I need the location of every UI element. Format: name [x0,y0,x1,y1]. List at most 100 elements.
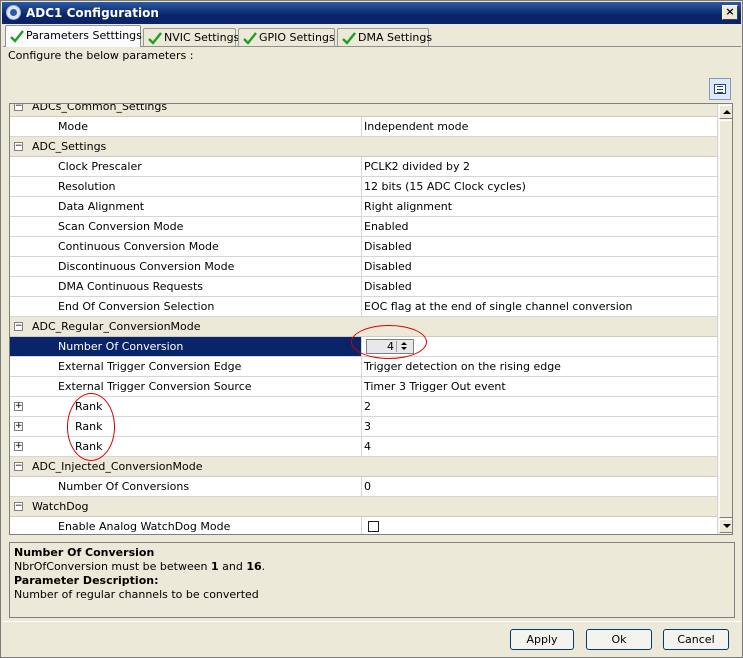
parameter-name: Continuous Conversion Mode [58,240,219,253]
parameter-name: Number Of Conversion [58,340,184,353]
parameter-name: External Trigger Conversion Source [58,380,252,393]
tab-gpio-settings[interactable]: GPIO Settings [238,28,335,47]
category-row-common[interactable]: − ADCs_Common_Settings [10,103,717,117]
category-row[interactable]: − ADC_Settings [10,137,717,157]
adc-config-icon [6,5,21,20]
category-row[interactable]: − ADC_Regular_ConversionMode [10,317,717,337]
parameter-row[interactable]: External Trigger Conversion Edge Trigger … [10,357,717,377]
rank-row[interactable]: + Rank 3 [10,417,717,437]
expand-toggle[interactable]: + [14,442,23,451]
parameter-name: Scan Conversion Mode [58,220,184,233]
desc-title: Parameter Description: [14,574,159,587]
tab-label: GPIO Settings [259,31,335,44]
parameter-name: Enable Analog WatchDog Mode [58,520,231,533]
parameter-row[interactable]: Clock Prescaler PCLK2 divided by 2 [10,157,717,177]
scroll-up-button[interactable] [719,105,732,119]
tab-label: NVIC Settings [164,31,240,44]
collapse-toggle[interactable]: − [14,104,23,111]
tab-label: DMA Settings [358,31,433,44]
parameter-value[interactable]: Disabled [364,237,412,256]
collapse-toggle[interactable]: − [14,142,23,151]
spinner-buttons[interactable] [396,341,412,352]
check-icon [148,32,162,45]
separator [3,621,741,622]
parameter-value[interactable]: 12 bits (15 ADC Clock cycles) [364,177,526,196]
list-view-icon [714,84,726,94]
parameter-row[interactable]: Data Alignment Right alignment [10,197,717,217]
category-row[interactable]: − ADC_Injected_ConversionMode [10,457,717,477]
parameter-value[interactable]: PCLK2 divided by 2 [364,157,470,176]
description-panel: Number Of Conversion NbrOfConversion mus… [9,542,735,618]
scroll-thumb[interactable] [719,120,732,518]
parameter-value[interactable]: Enabled [364,217,408,236]
parameter-value[interactable]: 0 [364,477,371,496]
check-icon [342,32,356,45]
parameter-name: Data Alignment [58,200,145,213]
spin-up-icon[interactable] [401,342,407,345]
parameter-row[interactable]: Mode Independent mode [10,117,717,137]
arrow-down-icon [723,524,731,528]
parameter-row[interactable]: Enable Analog WatchDog Mode [10,517,717,534]
spin-down-icon[interactable] [401,347,407,350]
configure-label: Configure the below parameters : [8,49,194,62]
parameter-row[interactable]: Number Of Conversions 0 [10,477,717,497]
tab-parameters-settings[interactable]: Parameters Setttings [5,25,142,47]
category-name: ADC_Injected_ConversionMode [32,460,203,473]
parameter-value[interactable]: 4 [364,437,371,456]
parameter-name: Rank [75,440,103,453]
parameter-value[interactable]: Timer 3 Trigger Out event [364,377,506,396]
spinner-value: 4 [387,340,394,353]
parameter-name: Number Of Conversions [58,480,190,493]
watchdog-checkbox[interactable] [368,521,379,532]
parameter-row[interactable]: Resolution 12 bits (15 ADC Clock cycles) [10,177,717,197]
tab-dma-settings[interactable]: DMA Settings [337,28,433,47]
parameter-row[interactable]: Number Of Conversion 4 [10,337,717,357]
window-title: ADC1 Configuration [26,6,159,20]
parameter-value[interactable]: Right alignment [364,197,452,216]
adc-config-window: ADC1 Configuration × Parameters Settting… [0,0,743,658]
tab-label: Parameters Setttings [26,29,142,42]
collapse-toggle[interactable]: − [14,502,23,511]
parameter-value[interactable]: Trigger detection on the rising edge [364,357,561,376]
close-button[interactable]: × [722,5,738,20]
rank-row[interactable]: + Rank 2 [10,397,717,417]
expand-toggle[interactable]: + [14,422,23,431]
rank-row[interactable]: + Rank 4 [10,437,717,457]
cancel-button[interactable]: Cancel [663,629,729,650]
parameter-row[interactable]: End Of Conversion Selection EOC flag at t… [10,297,717,317]
parameter-value[interactable]: Disabled [364,257,412,276]
parameter-row[interactable]: Scan Conversion Mode Enabled [10,217,717,237]
parameter-row[interactable]: External Trigger Conversion Source Timer … [10,377,717,397]
parameter-name: Rank [75,420,103,433]
apply-button[interactable]: Apply [510,629,574,650]
number-of-conversion-spinner[interactable]: 4 [366,339,414,354]
collapse-toggle[interactable]: − [14,322,23,331]
check-icon [10,30,24,43]
arrow-up-icon [723,110,731,114]
vertical-scrollbar[interactable] [717,104,732,534]
parameter-row[interactable]: Continuous Conversion Mode Disabled [10,237,717,257]
parameter-value[interactable]: 3 [364,417,371,436]
parameter-name: Rank [75,400,103,413]
parameter-name: DMA Continuous Requests [58,280,204,293]
scroll-down-button[interactable] [719,519,732,533]
parameter-value[interactable]: 2 [364,397,371,416]
category-name: ADCs_Common_Settings [32,103,168,113]
category-row[interactable]: − WatchDog [10,497,717,517]
parameter-row[interactable]: DMA Continuous Requests Disabled [10,277,717,297]
expand-toggle[interactable]: + [14,402,23,411]
collapse-toggle[interactable]: − [14,462,23,471]
parameter-grid: − ADCs_Common_Settings Mode Independent m… [9,103,733,535]
parameter-name: End Of Conversion Selection [58,300,215,313]
title-bar: ADC1 Configuration × [2,2,741,24]
tab-nvic-settings[interactable]: NVIC Settings [143,28,240,47]
ok-button[interactable]: Ok [586,629,652,650]
parameter-value[interactable]: Independent mode [364,117,468,136]
parameter-value[interactable]: Disabled [364,277,412,296]
parameter-value[interactable]: EOC flag at the end of single channel co… [364,297,632,316]
param-range: NbrOfConversion must be between 1 and 16… [14,560,266,573]
category-name: WatchDog [32,500,89,513]
param-title: Number Of Conversion [14,546,155,559]
expand-all-button[interactable] [709,78,731,100]
parameter-row[interactable]: Discontinuous Conversion Mode Disabled [10,257,717,277]
